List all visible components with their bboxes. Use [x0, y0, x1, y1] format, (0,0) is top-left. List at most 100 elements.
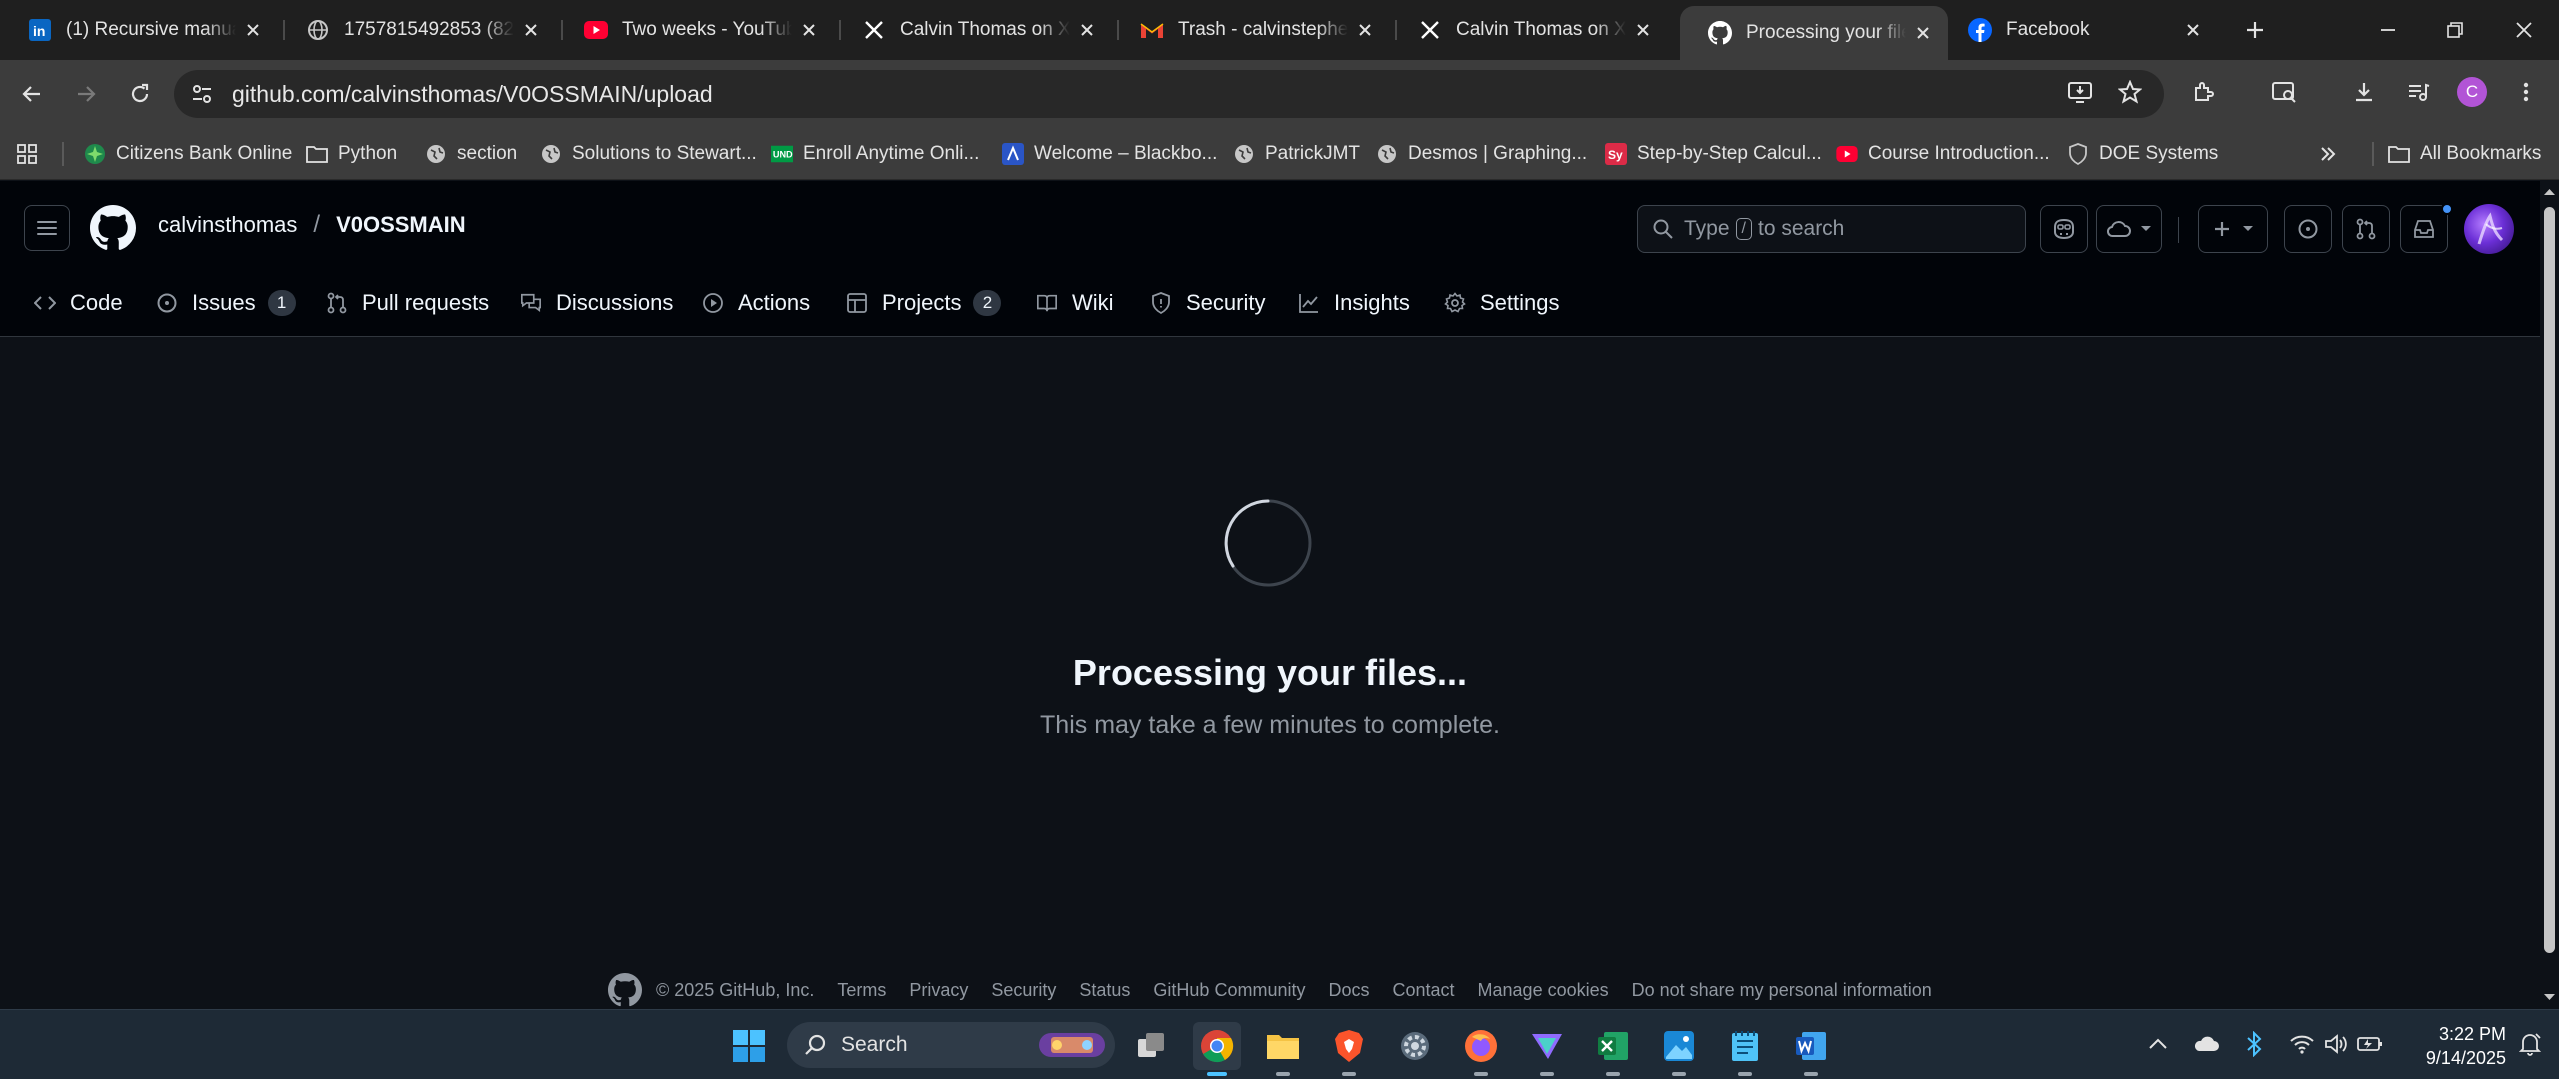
new-tab-button[interactable]	[2225, 8, 2285, 52]
inbox-button[interactable]	[2400, 205, 2448, 253]
bookmark-star-icon[interactable]	[2110, 72, 2150, 112]
tab-x-1[interactable]: Calvin Thomas on X:	[834, 8, 1112, 52]
close-icon[interactable]	[1912, 22, 1934, 44]
tab-code[interactable]: Code	[34, 279, 123, 327]
copilot-dropdown-button[interactable]	[2096, 205, 2162, 253]
bookmark-course[interactable]: Course Introduction...	[1836, 138, 2050, 170]
footer-link-cookies[interactable]: Manage cookies	[1478, 980, 1609, 1001]
footer-link-status[interactable]: Status	[1079, 980, 1130, 1001]
taskbar-search[interactable]: Search	[787, 1022, 1115, 1068]
bookmark-section[interactable]: section	[425, 138, 517, 170]
taskbar-word[interactable]	[1787, 1022, 1835, 1076]
footer-link-community[interactable]: GitHub Community	[1153, 980, 1305, 1001]
onedrive-icon[interactable]	[2190, 1028, 2222, 1060]
install-app-icon[interactable]	[2060, 72, 2100, 112]
battery-icon[interactable]	[2354, 1028, 2386, 1060]
close-icon[interactable]	[1354, 19, 1376, 41]
taskbar-brave[interactable]	[1325, 1022, 1373, 1076]
tab-pull-requests[interactable]: Pull requests	[326, 279, 489, 327]
address-bar[interactable]: github.com/calvinsthomas/V0OSSMAIN/uploa…	[174, 70, 2164, 118]
tab-discussions[interactable]: Discussions	[520, 279, 673, 327]
task-view-button[interactable]	[1128, 1022, 1176, 1070]
tab-file[interactable]: 1757815492853 (828	[278, 8, 556, 52]
footer-link-contact[interactable]: Contact	[1392, 980, 1454, 1001]
system-clock[interactable]: 3:22 PM 9/14/2025	[2396, 1022, 2506, 1070]
hamburger-menu-button[interactable]	[24, 205, 70, 251]
taskbar-excel[interactable]	[1589, 1022, 1637, 1076]
tab-wiki[interactable]: Wiki	[1036, 279, 1114, 327]
tab-insights[interactable]: Insights	[1298, 279, 1410, 327]
avatar[interactable]	[2464, 204, 2514, 254]
tab-projects[interactable]: Projects 2	[846, 279, 1002, 327]
extensions-icon[interactable]	[2184, 72, 2224, 112]
tab-security[interactable]: Security	[1150, 279, 1265, 327]
bookmark-citizens[interactable]: Citizens Bank Online	[84, 138, 292, 170]
tab-youtube[interactable]: Two weeks - YouTube	[556, 8, 834, 52]
start-button[interactable]	[725, 1022, 773, 1070]
search-input[interactable]: Type / to search	[1637, 205, 2026, 253]
bookmark-enroll[interactable]: UND Enroll Anytime Onli...	[771, 138, 979, 170]
bookmark-blackboard[interactable]: Welcome – Blackbo...	[1002, 138, 1217, 170]
menu-kebab-icon[interactable]	[2506, 72, 2546, 112]
close-window-button[interactable]	[2494, 8, 2554, 52]
tab-x-2[interactable]: Calvin Thomas on X:	[1390, 8, 1668, 52]
bluetooth-icon[interactable]	[2238, 1028, 2270, 1060]
footer-link-privacy[interactable]: Privacy	[909, 980, 968, 1001]
create-new-button[interactable]	[2198, 205, 2268, 253]
tab-github-active[interactable]: Processing your files	[1680, 6, 1948, 60]
profile-button[interactable]: C	[2452, 72, 2492, 112]
close-icon[interactable]	[520, 19, 542, 41]
taskbar-chrome[interactable]	[1193, 1022, 1241, 1076]
close-icon[interactable]	[1632, 19, 1654, 41]
taskbar-settings[interactable]	[1391, 1022, 1439, 1070]
taskbar-file-explorer[interactable]	[1259, 1022, 1307, 1076]
reload-button[interactable]	[118, 72, 162, 116]
taskbar-vpn[interactable]	[1523, 1022, 1571, 1076]
close-icon[interactable]	[798, 19, 820, 41]
bookmark-symbolab[interactable]: Sy Step-by-Step Calcul...	[1605, 138, 1822, 170]
bookmark-desmos[interactable]: Desmos | Graphing...	[1376, 138, 1587, 170]
tab-search-icon[interactable]	[2264, 72, 2304, 112]
tab-issues[interactable]: Issues 1	[156, 279, 296, 327]
notification-bell-icon[interactable]	[2514, 1028, 2546, 1060]
footer-link-terms[interactable]: Terms	[837, 980, 886, 1001]
tab-linkedin[interactable]: in (1) Recursive manual f	[0, 8, 278, 52]
restore-button[interactable]	[2425, 8, 2485, 52]
site-info-icon[interactable]	[182, 74, 222, 114]
bookmark-python[interactable]: Python	[306, 138, 397, 170]
page-scrollbar[interactable]	[2540, 181, 2559, 1008]
media-control-icon[interactable]	[2398, 72, 2438, 112]
tab-facebook[interactable]: Facebook	[1940, 8, 2218, 52]
tab-settings[interactable]: Settings	[1444, 279, 1560, 327]
copilot-button[interactable]	[2040, 205, 2088, 253]
owner-link[interactable]: calvinsthomas	[158, 212, 297, 238]
close-icon[interactable]	[1076, 19, 1098, 41]
volume-icon[interactable]	[2320, 1028, 2352, 1060]
taskbar-firefox[interactable]	[1457, 1022, 1505, 1076]
back-button[interactable]	[10, 72, 54, 116]
download-icon[interactable]	[2344, 72, 2384, 112]
forward-button[interactable]	[64, 72, 108, 116]
bookmark-doe[interactable]: DOE Systems	[2067, 138, 2218, 170]
minimize-button[interactable]	[2358, 8, 2418, 52]
footer-link-do-not-share[interactable]: Do not share my personal information	[1632, 980, 1932, 1001]
footer-link-security[interactable]: Security	[991, 980, 1056, 1001]
more-bookmarks-button[interactable]	[2318, 138, 2338, 170]
pull-requests-button[interactable]	[2342, 205, 2390, 253]
taskbar-photos[interactable]	[1655, 1022, 1703, 1076]
bookmark-stewart[interactable]: Solutions to Stewart...	[540, 138, 757, 170]
url-text[interactable]: github.com/calvinsthomas/V0OSSMAIN/uploa…	[232, 81, 713, 108]
close-icon[interactable]	[242, 19, 264, 41]
tab-gmail[interactable]: Trash - calvinstephen	[1112, 8, 1390, 52]
apps-icon[interactable]	[16, 138, 38, 170]
close-icon[interactable]	[2182, 19, 2204, 41]
bookmark-patrickjmt[interactable]: PatrickJMT	[1233, 138, 1360, 170]
wifi-icon[interactable]	[2286, 1028, 2318, 1060]
footer-link-docs[interactable]: Docs	[1328, 980, 1369, 1001]
scrollbar-thumb[interactable]	[2544, 207, 2555, 953]
tab-actions[interactable]: Actions	[702, 279, 810, 327]
taskbar-notepad[interactable]	[1721, 1022, 1769, 1076]
show-hidden-icons-button[interactable]	[2142, 1028, 2174, 1060]
github-logo-icon[interactable]	[90, 205, 136, 251]
issues-button[interactable]	[2284, 205, 2332, 253]
